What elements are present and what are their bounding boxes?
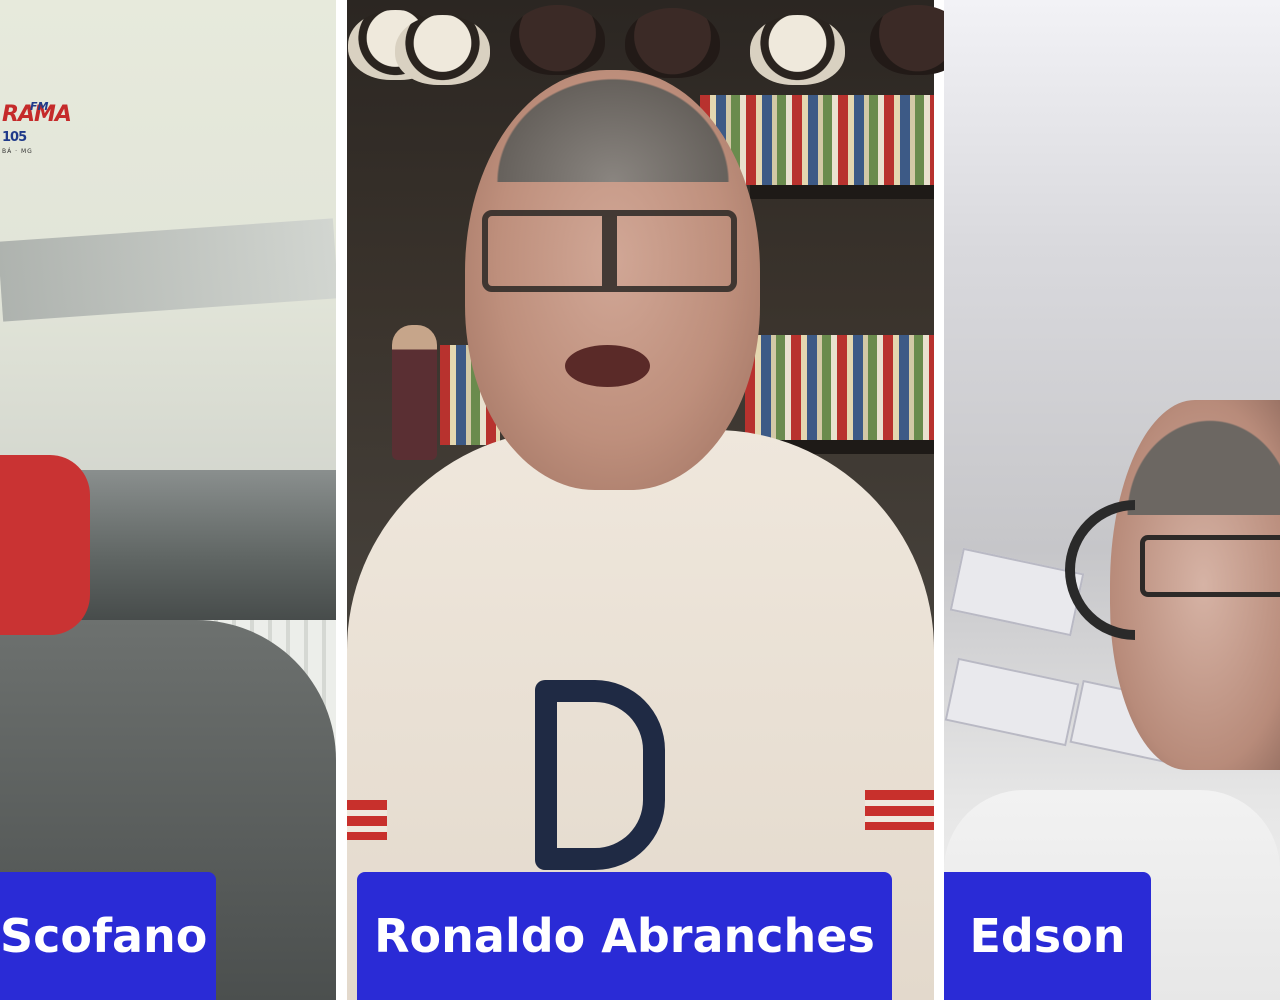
station-logo-frequency: 105 xyxy=(2,130,27,145)
station-logo-band: FM xyxy=(30,100,49,113)
station-logo-city: BÁ · MG xyxy=(2,148,33,155)
microphone-cap xyxy=(0,455,90,635)
shirt-logo xyxy=(535,680,665,870)
participant-name-tag-left: Scofano xyxy=(0,872,216,1000)
video-tile-left: RAMA FM 105 BÁ · MG xyxy=(0,0,336,1000)
microphone-arm xyxy=(0,218,336,322)
station-logo: RAMA FM 105 BÁ · MG xyxy=(0,100,72,162)
participant-mouth xyxy=(565,345,650,387)
saint-statue xyxy=(392,325,437,460)
bookshelf-shelf xyxy=(750,185,934,199)
shirt-stripe xyxy=(347,800,387,840)
participant-hair xyxy=(478,62,748,182)
hat-decoration xyxy=(395,15,490,85)
participant-name-tag-center: Ronaldo Abranches xyxy=(357,872,892,1000)
participant-glasses xyxy=(482,210,737,292)
shirt-stripe xyxy=(865,790,934,830)
hat-decoration xyxy=(750,15,845,85)
participant-name-tag-right: Edson xyxy=(944,872,1151,1000)
participant-glasses xyxy=(1140,535,1280,597)
bookshelf-books xyxy=(745,335,934,440)
participant-hair xyxy=(1105,395,1280,515)
